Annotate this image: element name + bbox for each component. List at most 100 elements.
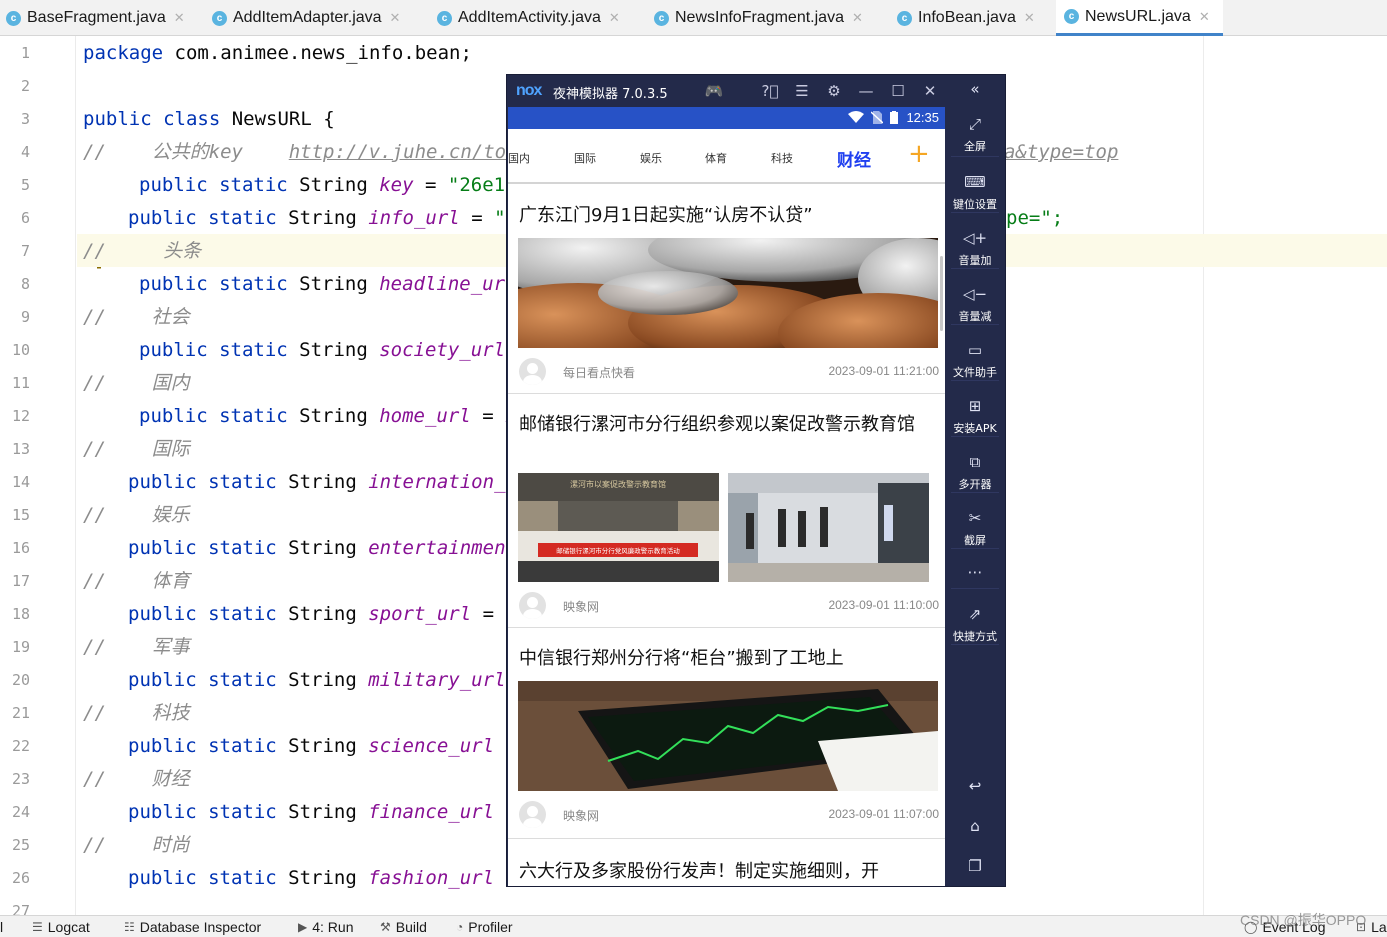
emulator-window[interactable]: nox 夜神模拟器 7.0.3.5 🎮 ?⃝ ☰ ⚙ — ☐ ✕ 12:35 国… <box>506 74 1006 887</box>
line-number-gutter[interactable]: 1 2 3 4 5 6 7 8 9 10 11 12 13 14 15 16 1… <box>0 36 105 920</box>
tab-newsinfofragment[interactable]: c NewsInfoFragment.java ✕ <box>654 0 892 36</box>
collapse-sidebar-button[interactable]: « <box>945 80 1005 102</box>
line-number: 20 <box>11 671 30 689</box>
database-inspector-button[interactable]: ☷ Database Inspector <box>124 919 261 935</box>
tab-international[interactable]: 国际 <box>574 150 596 166</box>
news-meta: 映象网 2023-09-01 11:10:00 <box>519 592 939 620</box>
close-icon[interactable]: ✕ <box>390 10 401 26</box>
close-icon[interactable]: ✕ <box>919 80 941 102</box>
tab-label: AddItemAdapter.java <box>233 9 382 26</box>
close-icon[interactable]: ✕ <box>609 10 620 26</box>
android-recents-button[interactable]: ❐ <box>945 857 1005 879</box>
code-line-4: // 公共的key http://v.juhe.cn/tout <box>83 141 529 163</box>
java-class-icon: c <box>212 10 227 26</box>
sidebar-label: 全屏 <box>964 140 986 153</box>
tab-additemadapter[interactable]: c AddItemAdapter.java ✕ <box>212 0 430 36</box>
profiler-button[interactable]: ◔ Profiler <box>456 919 513 935</box>
avatar <box>519 358 546 385</box>
logcat-icon: ☰ <box>32 920 43 934</box>
news-image <box>518 681 938 791</box>
tool-window-fragment[interactable]: l <box>0 919 3 935</box>
sidebar-label: 键位设置 <box>953 198 997 211</box>
coins-photo <box>518 238 938 348</box>
gamepad-icon[interactable]: 🎮 <box>703 80 725 102</box>
sidebar-shortcut[interactable]: ⇗ 快捷方式 <box>945 605 1005 644</box>
line-number: 16 <box>11 539 30 557</box>
line-number: 4 <box>20 143 30 161</box>
more-icon: ⋯ <box>967 563 983 581</box>
tab-label: InfoBean.java <box>918 9 1016 26</box>
double-chevron-left-icon: « <box>970 80 980 98</box>
close-icon[interactable]: ✕ <box>852 10 863 26</box>
sidebar-key-mapping[interactable]: ⌨ 键位设置 <box>945 173 1005 212</box>
tab-newsurl[interactable]: c NewsURL.java ✕ <box>1056 0 1223 36</box>
sidebar-label: 文件助手 <box>953 366 997 379</box>
avatar <box>519 801 546 828</box>
line-number: 21 <box>11 704 30 722</box>
recents-icon: ❐ <box>968 857 982 875</box>
code-line-17: // 体育 <box>83 570 190 592</box>
sidebar-divider <box>951 380 999 381</box>
news-item[interactable]: 中信银行郑州分行将“柜台”搬到了工地上 映象网 2023-09-01 11:07… <box>508 629 945 839</box>
android-back-button[interactable]: ↩ <box>945 777 1005 799</box>
code-line-11: // 国内 <box>83 372 190 394</box>
tab-entertainment[interactable]: 娱乐 <box>640 150 662 166</box>
sidebar-multi-instance[interactable]: ⧉ 多开器 <box>945 453 1005 492</box>
minimize-icon[interactable]: — <box>855 80 877 102</box>
news-item[interactable]: 邮储银行漯河市分行组织参观以案促改警示教育馆 漯河市以案促改警示教育馆 邮储银行… <box>508 395 945 628</box>
maximize-icon[interactable]: ☐ <box>887 80 909 102</box>
tab-domestic[interactable]: 国内 <box>508 150 530 166</box>
tab-technology[interactable]: 科技 <box>771 150 793 166</box>
line-number: 17 <box>11 572 30 590</box>
java-class-icon: c <box>437 10 452 26</box>
logcat-button[interactable]: ☰ Logcat <box>32 919 90 935</box>
news-time: 2023-09-01 11:21:00 <box>828 364 939 378</box>
sidebar-install-apk[interactable]: ⊞ 安装APK <box>945 397 1005 436</box>
menu-icon[interactable]: ☰ <box>791 80 813 102</box>
tab-sports[interactable]: 体育 <box>705 150 727 166</box>
news-title: 广东江门9月1日起实施“认房不认贷” <box>519 205 813 226</box>
sidebar-divider <box>951 492 999 493</box>
tab-basefragment[interactable]: c BaseFragment.java ✕ <box>6 0 206 36</box>
run-label: 4: Run <box>312 919 354 935</box>
sidebar-divider <box>951 268 999 269</box>
news-item[interactable]: 六大行及多家股份行发声！制定实施细则，开 <box>508 840 945 886</box>
nox-logo: nox <box>516 82 542 99</box>
tab-infobean[interactable]: c InfoBean.java ✕ <box>897 0 1051 36</box>
build-button[interactable]: ⚒ Build <box>380 919 427 935</box>
build-label: Build <box>395 919 427 935</box>
sidebar-screenshot[interactable]: ✂ 截屏 <box>945 509 1005 548</box>
watermark: CSDN @振华OPPO <box>1240 912 1367 928</box>
close-icon[interactable]: ✕ <box>1024 10 1035 26</box>
sidebar-fullscreen[interactable]: ⤢ 全屏 <box>945 115 1005 154</box>
android-home-button[interactable]: ⌂ <box>945 817 1005 839</box>
feed-scrollbar[interactable] <box>940 256 943 331</box>
help-icon[interactable]: ?⃝ <box>759 80 781 102</box>
news-source: 映象网 <box>563 600 600 614</box>
code-line-13: // 国际 <box>83 438 190 460</box>
android-screen[interactable]: 国内 国际 娱乐 体育 科技 财经 + 广东江门9月1日起实施“认房不认贷” 每… <box>508 129 945 886</box>
line-number: 7 <box>20 242 30 260</box>
sidebar-more[interactable]: ⋯ <box>945 563 1005 585</box>
sidebar-volume-up[interactable]: ◁+ 音量加 <box>945 229 1005 268</box>
add-category-button[interactable]: + <box>908 141 930 167</box>
code-line-25: // 时尚 <box>83 834 190 856</box>
sidebar-volume-down[interactable]: ◁− 音量减 <box>945 285 1005 324</box>
close-icon[interactable]: ✕ <box>174 10 185 26</box>
tab-finance[interactable]: 财经 <box>837 146 871 171</box>
tab-additemactivity[interactable]: c AddItemActivity.java ✕ <box>437 0 645 36</box>
back-icon: ↩ <box>968 777 982 795</box>
news-item[interactable]: 广东江门9月1日起实施“认房不认贷” 每日看点快看 2023-09-01 11:… <box>508 186 945 394</box>
line-number: 10 <box>11 341 30 359</box>
run-button[interactable]: ▶ 4: Run <box>298 919 353 935</box>
emulator-titlebar[interactable]: nox 夜神模拟器 7.0.3.5 🎮 ?⃝ ☰ ⚙ — ☐ ✕ <box>507 75 945 107</box>
gear-icon[interactable]: ⚙ <box>823 80 845 102</box>
close-icon[interactable]: ✕ <box>1199 9 1210 25</box>
news-feed[interactable]: 广东江门9月1日起实施“认房不认贷” 每日看点快看 2023-09-01 11:… <box>508 186 945 886</box>
run-icon: ▶ <box>298 920 308 934</box>
sidebar-file-assistant[interactable]: ▭ 文件助手 <box>945 341 1005 380</box>
news-title: 中信银行郑州分行将“柜台”搬到了工地上 <box>519 648 844 669</box>
code-line-8: public static String headline_url <box>139 273 517 295</box>
volume-up-icon: ◁+ <box>962 229 988 247</box>
emulator-title: 夜神模拟器 7.0.3.5 <box>553 87 668 102</box>
